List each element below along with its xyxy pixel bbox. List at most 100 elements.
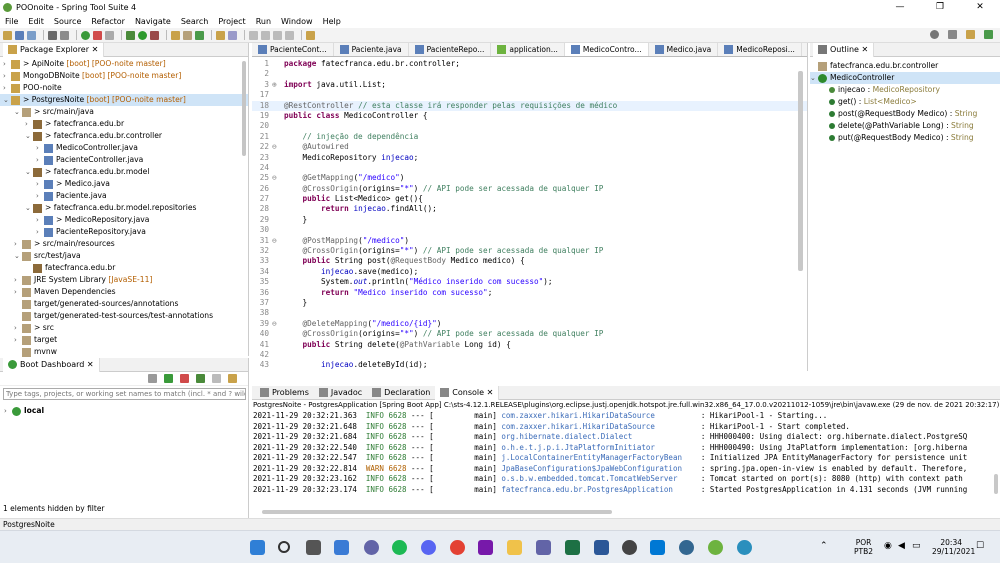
expand-arrow-icon[interactable]: ›: [36, 178, 44, 190]
fold-marker[interactable]: [272, 308, 284, 318]
menu-run[interactable]: Run: [251, 17, 276, 26]
tree-item[interactable]: › MedicoController.java: [0, 142, 248, 154]
start-icon[interactable]: [250, 540, 265, 555]
fold-marker[interactable]: [272, 215, 284, 225]
battery-icon[interactable]: ▭: [912, 541, 921, 551]
teams-icon[interactable]: [536, 540, 551, 555]
tree-item[interactable]: target/generated-test-sources/test-annot…: [0, 310, 248, 322]
onenote-icon[interactable]: [478, 540, 493, 555]
fold-marker[interactable]: [272, 194, 284, 204]
new-package-icon[interactable]: [183, 30, 192, 40]
local-target[interactable]: › local: [0, 406, 248, 416]
fold-marker[interactable]: [272, 59, 284, 69]
expand-arrow-icon[interactable]: ›: [25, 118, 33, 130]
fold-marker[interactable]: [272, 288, 284, 298]
menu-source[interactable]: Source: [49, 17, 86, 26]
fold-marker[interactable]: [272, 90, 284, 100]
outline-class[interactable]: ⌄ MedicoController: [810, 72, 1000, 84]
menu-help[interactable]: Help: [318, 17, 346, 26]
forward-icon[interactable]: [285, 30, 294, 40]
tree-item[interactable]: › JRE System Library [JavaSE-11]: [0, 274, 248, 286]
expand-arrow-icon[interactable]: ›: [36, 226, 44, 238]
fold-marker[interactable]: ⊖: [272, 142, 284, 152]
fold-marker[interactable]: [272, 256, 284, 266]
editor-tab[interactable]: Medico.java: [649, 43, 719, 56]
github-icon[interactable]: [622, 540, 637, 555]
fold-marker[interactable]: [272, 121, 284, 131]
external-tools-icon[interactable]: [150, 30, 159, 40]
quick-search-icon[interactable]: [930, 30, 939, 39]
file-explorer-icon[interactable]: [507, 540, 522, 555]
vscode-icon[interactable]: [650, 540, 665, 555]
fold-marker[interactable]: [272, 111, 284, 121]
fold-marker[interactable]: [272, 163, 284, 173]
expand-arrow-icon[interactable]: ⌄: [25, 166, 33, 178]
tree-item[interactable]: › > ApiNoite [boot] [POO-noite master]: [0, 58, 248, 70]
fold-marker[interactable]: [272, 184, 284, 194]
outline-tab[interactable]: Outline ✕: [813, 42, 875, 57]
fold-marker[interactable]: [272, 246, 284, 256]
console-vscrollbar[interactable]: [994, 474, 998, 494]
tree-item[interactable]: › > fatecfranca.edu.br: [0, 118, 248, 130]
new-class-icon[interactable]: [195, 30, 204, 40]
console-hscrollbar[interactable]: [262, 510, 612, 514]
fold-marker[interactable]: [272, 340, 284, 350]
editor-tab[interactable]: Paciente.java: [334, 43, 409, 56]
tree-item[interactable]: › Paciente.java: [0, 190, 248, 202]
console-tab[interactable]: Javadoc: [314, 388, 367, 397]
fold-marker[interactable]: [272, 204, 284, 214]
expand-arrow-icon[interactable]: ›: [14, 286, 22, 298]
fold-marker[interactable]: [272, 329, 284, 339]
fold-marker[interactable]: [272, 267, 284, 277]
outline-member[interactable]: post(@RequestBody Medico) : String: [810, 108, 1000, 120]
menu-search[interactable]: Search: [176, 17, 213, 26]
outline-member[interactable]: get() : List<Medico>: [810, 96, 1000, 108]
save-icon[interactable]: [15, 30, 24, 40]
skip-icon[interactable]: [105, 30, 114, 40]
language-indicator[interactable]: POR PTB2: [854, 538, 873, 556]
tree-item[interactable]: › > Medico.java: [0, 178, 248, 190]
search-icon[interactable]: [228, 30, 237, 40]
expand-arrow-icon[interactable]: ›: [36, 214, 44, 226]
chrome-icon[interactable]: [450, 540, 465, 555]
expand-arrow-icon[interactable]: ›: [36, 154, 44, 166]
pgadmin-icon[interactable]: [679, 540, 694, 555]
search-icon[interactable]: [278, 541, 290, 553]
close-icon[interactable]: ✕: [862, 45, 869, 54]
expand-arrow-icon[interactable]: ⌄: [25, 130, 33, 142]
tree-item[interactable]: fatecfranca.edu.br: [0, 262, 248, 274]
expand-arrow-icon[interactable]: ⌄: [3, 94, 11, 106]
menu-window[interactable]: Window: [276, 17, 318, 26]
tree-item[interactable]: ⌄ > src/main/java: [0, 106, 248, 118]
close-button[interactable]: ✕: [960, 0, 1000, 14]
pin-editor-icon[interactable]: [306, 30, 315, 40]
menu-edit[interactable]: Edit: [23, 17, 49, 26]
tree-item[interactable]: › POO-noite: [0, 82, 248, 94]
fold-marker[interactable]: [272, 101, 284, 111]
tree-item[interactable]: › Maven Dependencies: [0, 286, 248, 298]
open-perspective-icon[interactable]: [948, 30, 957, 39]
fold-marker[interactable]: [272, 360, 284, 370]
start-icon[interactable]: [164, 374, 173, 383]
tree-item[interactable]: › > src: [0, 322, 248, 334]
expand-arrow-icon[interactable]: ⌄: [14, 250, 22, 262]
filter-icon[interactable]: [228, 374, 237, 383]
editor-tab[interactable]: MedicoContro...: [564, 43, 649, 56]
open-browser-icon[interactable]: [212, 374, 221, 383]
menu-navigate[interactable]: Navigate: [130, 17, 176, 26]
expand-arrow-icon[interactable]: ›: [14, 274, 22, 286]
discord-icon[interactable]: [421, 540, 436, 555]
boot-dashboard-icon[interactable]: [81, 30, 90, 40]
close-icon[interactable]: ✕: [87, 360, 94, 369]
tree-item[interactable]: ⌄ > fatecfranca.edu.br.model.repositories: [0, 202, 248, 214]
outline-package[interactable]: fatecfranca.edu.br.controller: [810, 60, 1000, 72]
fold-marker[interactable]: [272, 350, 284, 360]
explorer-scrollbar[interactable]: [242, 61, 246, 156]
debug-icon[interactable]: [196, 374, 205, 383]
java-perspective-icon[interactable]: [966, 30, 975, 39]
tree-item[interactable]: ⌄ > fatecfranca.edu.br.controller: [0, 130, 248, 142]
fold-marker[interactable]: [272, 225, 284, 235]
app-icon[interactable]: [737, 540, 752, 555]
menu-refactor[interactable]: Refactor: [86, 17, 130, 26]
build-icon[interactable]: [60, 30, 69, 40]
